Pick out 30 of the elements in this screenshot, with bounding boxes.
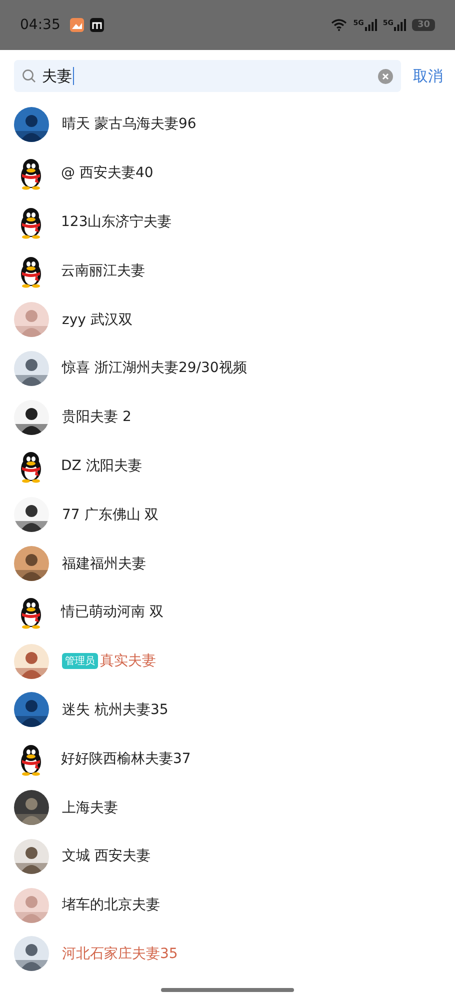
member-name[interactable]: 情已萌动河南 双	[61, 603, 164, 622]
member-name[interactable]: 福建福州夫妻	[62, 554, 146, 573]
member-name[interactable]: 惊喜 浙江湖州夫妻29/30视频	[62, 359, 247, 378]
member-name[interactable]: @ 西安夫妻40	[61, 164, 154, 182]
member-name[interactable]: 真实夫妻	[100, 652, 156, 670]
member-name[interactable]: 云南丽江夫妻	[61, 262, 145, 280]
member-name[interactable]: 文城 西安夫妻	[62, 847, 150, 866]
member-name[interactable]: 迷失 杭州夫妻35	[62, 700, 168, 719]
member-name[interactable]: zyy 武汉双	[62, 310, 132, 329]
member-name[interactable]: 河北石家庄夫妻35	[62, 944, 178, 963]
member-name[interactable]: 堵车的北京夫妻	[62, 896, 160, 914]
member-name[interactable]: 上海夫妻	[62, 798, 118, 817]
cancel-button[interactable]: 取消	[413, 66, 443, 86]
search-field[interactable]: 夫妻	[14, 60, 401, 92]
admin-badge: 管理员	[62, 653, 98, 670]
search-icon	[22, 69, 36, 83]
signal-icon	[364, 19, 377, 31]
status-time: 04:35	[20, 17, 60, 33]
wifi-icon	[331, 19, 348, 31]
clear-icon[interactable]	[378, 68, 393, 84]
member-name[interactable]: 123山东济宁夫妻	[61, 212, 172, 231]
member-name[interactable]: 晴天 蒙古乌海夫妻96	[62, 115, 196, 134]
battery-level: 30	[412, 19, 435, 31]
signal-icon	[394, 19, 406, 31]
member-name[interactable]: DZ 沈阳夫妻	[61, 456, 142, 475]
gallery-app-icon	[70, 18, 84, 32]
app-icon	[90, 18, 104, 32]
member-name[interactable]: 好好陕西榆林夫妻37	[61, 750, 191, 768]
member-name[interactable]: 贵阳夫妻 2	[62, 408, 132, 426]
member-name[interactable]: 77 广东佛山 双	[62, 506, 159, 524]
